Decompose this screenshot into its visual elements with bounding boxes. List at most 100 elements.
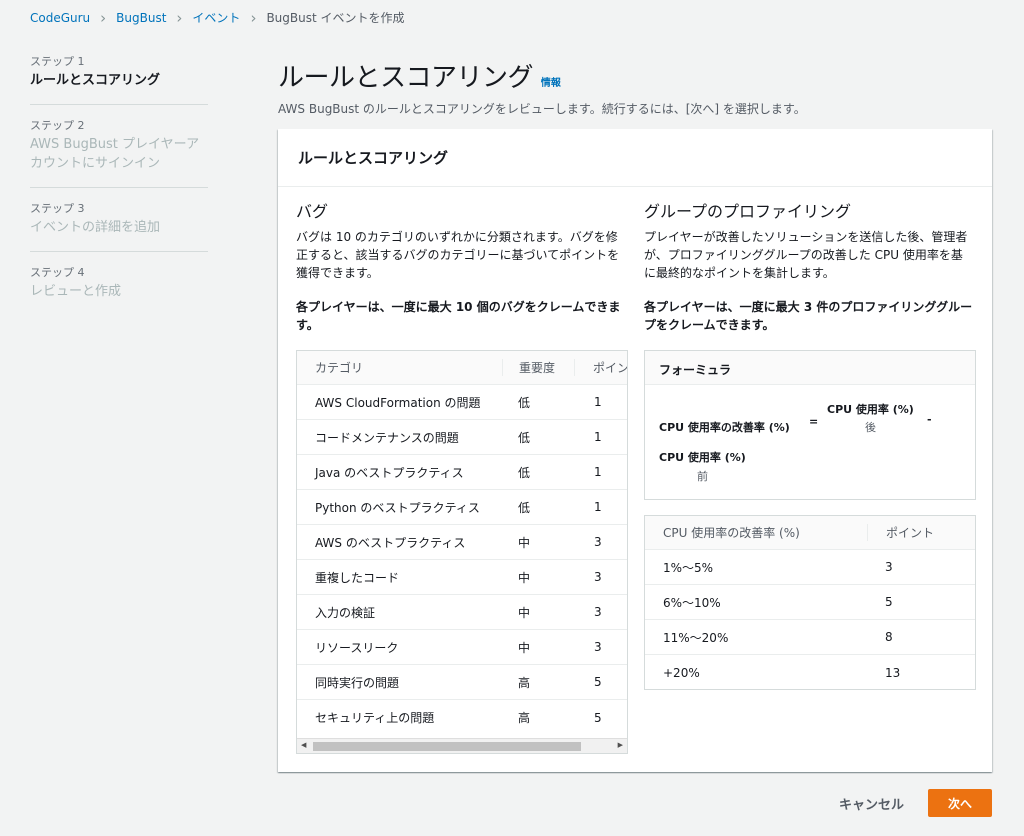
table-row: 11%～20% 8: [645, 620, 975, 655]
formula-numerator-sub: 後: [865, 421, 876, 434]
cell-severity: 低: [518, 500, 531, 515]
cell-points: 1: [594, 465, 602, 479]
scroll-left-icon[interactable]: ◀: [301, 741, 306, 749]
formula-panel: フォーミュラ CPU 使用率の改善率 (%) = CPU 使用率 (%) 後 -…: [644, 350, 976, 500]
formula-lhs: CPU 使用率の改善率 (%): [659, 421, 790, 434]
breadcrumb-codeguru[interactable]: CodeGuru: [30, 11, 90, 25]
cell-category: AWS CloudFormation の問題: [315, 395, 481, 410]
step-title: AWS BugBust プレイヤーアカウントにサインイン: [30, 137, 200, 171]
table-header-row: カテゴリ 重要度 ポイント: [297, 351, 627, 385]
info-link[interactable]: 情報: [541, 78, 561, 89]
table-header-row: CPU 使用率の改善率 (%) ポイント: [645, 516, 975, 550]
cell-points: 5: [885, 595, 893, 609]
breadcrumb: CodeGuru › BugBust › イベント › BugBust イベント…: [30, 9, 405, 26]
formula-equals: =: [809, 415, 819, 428]
table-row: AWS CloudFormation の問題 低 1: [297, 385, 627, 420]
cell-points: 3: [594, 640, 602, 654]
cell-points: 5: [594, 675, 602, 689]
table-row: 入力の検証 中 3: [297, 595, 627, 630]
cell-points: 13: [885, 665, 901, 680]
wizard-steps: ステップ 1 ルールとスコアリング ステップ 2 AWS BugBust プレイ…: [30, 55, 208, 329]
formula-denominator: CPU 使用率 (%): [659, 451, 746, 464]
column-header-improvement: CPU 使用率の改善率 (%): [663, 526, 800, 540]
table-row: セキュリティ上の問題 高 5: [297, 700, 627, 735]
cell-severity: 高: [518, 675, 531, 690]
cell-points: 3: [594, 570, 602, 584]
table-row: 重複したコード 中 3: [297, 560, 627, 595]
bugs-section: バグ バグは 10 のカテゴリのいずれかに分類されます。バグを修正すると、該当す…: [296, 202, 626, 334]
column-header-points: ポイント: [574, 359, 627, 376]
cell-category: リソースリーク: [315, 640, 399, 655]
cell-improvement: 6%～10%: [663, 595, 721, 610]
table-row: コードメンテナンスの問題 低 1: [297, 420, 627, 455]
cell-category: 同時実行の問題: [315, 675, 400, 690]
bugs-heading: バグ: [296, 202, 329, 221]
bug-category-table: カテゴリ 重要度 ポイント AWS CloudFormation の問題低1 コ…: [296, 350, 628, 754]
cell-category: 入力の検証: [315, 605, 376, 620]
cancel-button[interactable]: キャンセル: [839, 794, 904, 813]
bugs-limit: 各プレイヤーは、一度に最大 10 個のバグをクレームできます。: [296, 300, 621, 332]
cell-improvement: 1%～5%: [663, 560, 714, 575]
breadcrumb-events[interactable]: イベント: [192, 9, 240, 26]
container-header: ルールとスコアリング: [278, 129, 992, 187]
formula-numerator: CPU 使用率 (%): [827, 403, 914, 416]
chevron-right-icon: ›: [100, 8, 107, 27]
profiling-description: プレイヤーが改善したソリューションを送信した後、管理者が、プロファイリンググルー…: [644, 230, 968, 280]
wizard-step-4: ステップ 4 レビューと作成: [30, 266, 208, 315]
profiling-points-table: CPU 使用率の改善率 (%) ポイント 1%～5% 3 6%～10% 5 11%～…: [644, 515, 976, 690]
cell-points: 3: [594, 605, 602, 619]
cell-category: コードメンテナンスの問題: [315, 430, 459, 445]
column-header-severity: 重要度: [502, 359, 574, 376]
column-header-points: ポイント: [867, 524, 975, 541]
step-number: ステップ 1: [30, 55, 85, 68]
table-row: Python のベストプラクティス 低 1: [297, 490, 627, 525]
table-row: Java のベストプラクティス 低 1: [297, 455, 627, 490]
chevron-right-icon: ›: [250, 8, 257, 27]
scrollbar-thumb[interactable]: [313, 742, 581, 751]
page-title: ルールとスコアリング: [278, 63, 534, 93]
breadcrumb-current: BugBust イベントを作成: [266, 11, 405, 25]
cell-points: 1: [594, 500, 602, 514]
cell-improvement: 11%～20%: [663, 630, 729, 645]
cell-points: 1: [594, 430, 602, 444]
breadcrumb-bugbust[interactable]: BugBust: [116, 11, 166, 25]
page-header: ルールとスコアリング 情報 AWS BugBust のルールとスコアリングをレビ…: [278, 57, 992, 117]
profiling-section: グループのプロファイリング プレイヤーが改善したソリューションを送信した後、管理…: [644, 202, 974, 334]
cell-points: 3: [594, 535, 602, 549]
table-row: リソースリーク 中 3: [297, 630, 627, 665]
wizard-footer: キャンセル 次へ: [839, 789, 992, 817]
formula-denominator-sub: 前: [697, 470, 708, 483]
cell-category: AWS のベストプラクティス: [315, 535, 466, 550]
step-number: ステップ 3: [30, 202, 85, 215]
cell-severity: 低: [518, 430, 531, 445]
step-number: ステップ 2: [30, 119, 85, 132]
wizard-step-3: ステップ 3 イベントの詳細を追加: [30, 202, 208, 252]
container-title: ルールとスコアリング: [298, 149, 449, 167]
step-title: ルールとスコアリング: [30, 73, 161, 88]
profiling-heading: グループのプロファイリング: [644, 202, 852, 221]
cell-severity: 高: [518, 711, 531, 725]
table-row: AWS のベストプラクティス 中 3: [297, 525, 627, 560]
wizard-step-1: ステップ 1 ルールとスコアリング: [30, 55, 208, 105]
cell-category: 重複したコード: [315, 570, 400, 585]
step-title: イベントの詳細を追加: [30, 220, 161, 235]
cell-points: 3: [885, 560, 893, 574]
cell-severity: 中: [518, 605, 531, 620]
chevron-right-icon: ›: [176, 8, 183, 27]
table-row: 同時実行の問題 高 5: [297, 665, 627, 700]
cell-category: Python のベストプラクティス: [315, 500, 480, 515]
table-row: +20% 13: [645, 655, 975, 690]
cell-points: 1: [594, 395, 602, 409]
step-title: レビューと作成: [30, 284, 122, 299]
horizontal-scrollbar[interactable]: ◀ ▶: [297, 738, 627, 753]
next-button[interactable]: 次へ: [928, 789, 992, 817]
table-row: 6%～10% 5: [645, 585, 975, 620]
column-header-category: カテゴリ: [315, 361, 364, 375]
bugs-description: バグは 10 のカテゴリのいずれかに分類されます。バグを修正すると、該当するバグ…: [296, 230, 620, 280]
page-description: AWS BugBust のルールとスコアリングをレビューします。続行するには、[…: [278, 102, 806, 116]
formula-heading: フォーミュラ: [645, 351, 975, 385]
formula-body: CPU 使用率の改善率 (%) = CPU 使用率 (%) 後 - CPU 使用…: [645, 385, 975, 500]
formula-minus: -: [927, 413, 932, 426]
scroll-right-icon[interactable]: ▶: [618, 741, 623, 749]
rules-container: ルールとスコアリング バグ バグは 10 のカテゴリのいずれかに分類されます。バ…: [278, 129, 992, 772]
